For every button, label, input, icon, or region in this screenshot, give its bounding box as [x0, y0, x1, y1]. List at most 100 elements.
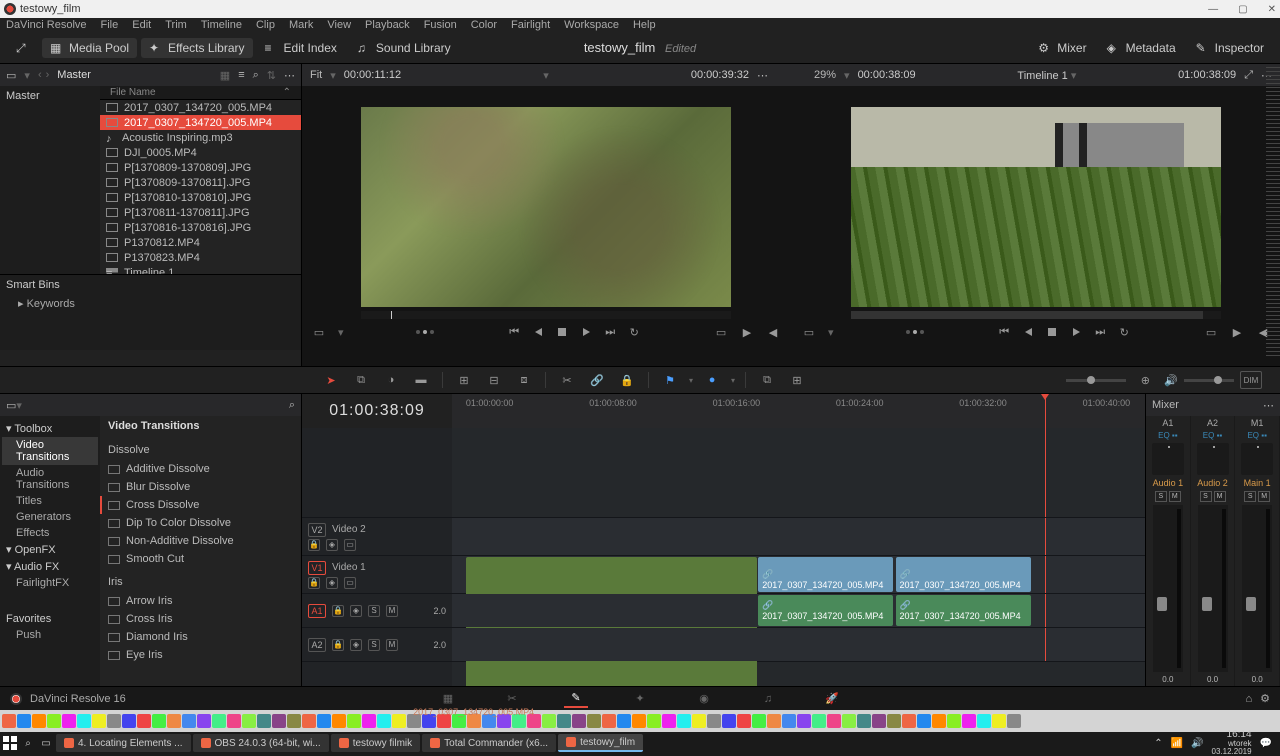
- fx-item[interactable]: Smooth Cut: [100, 550, 301, 568]
- menu-timeline[interactable]: Timeline: [201, 19, 242, 31]
- fx-item[interactable]: Dip To Color Dissolve: [100, 514, 301, 532]
- src-mark-out[interactable]: ◀: [766, 325, 780, 339]
- pinned-app-icon[interactable]: [932, 714, 946, 728]
- pinned-app-icon[interactable]: [317, 714, 331, 728]
- edit-index-toggle[interactable]: ≡ Edit Index: [257, 38, 345, 58]
- link-tool[interactable]: 🔗: [586, 371, 608, 389]
- fx-tree-item[interactable]: ▾ Toolbox: [2, 420, 98, 437]
- fx-search-icon[interactable]: ⌕: [289, 399, 295, 412]
- pinned-app-icon[interactable]: [362, 714, 376, 728]
- pinned-app-icon[interactable]: [632, 714, 646, 728]
- fx-tree-item[interactable]: Titles: [2, 493, 98, 509]
- pinned-app-icon[interactable]: [662, 714, 676, 728]
- start-button[interactable]: [2, 735, 18, 751]
- mixer-more[interactable]: ⋯: [1263, 399, 1274, 412]
- fx-tree-item[interactable]: FairlightFX: [2, 575, 98, 591]
- media-file-row[interactable]: P[1370810-1370810].JPG: [100, 190, 301, 205]
- rec-loop[interactable]: ↻: [1117, 325, 1131, 339]
- fx-tree-item[interactable]: ▾ Audio FX: [2, 558, 98, 575]
- search-icon[interactable]: ⌕: [253, 69, 259, 82]
- pinned-app-icon[interactable]: [917, 714, 931, 728]
- menu-trim[interactable]: Trim: [165, 19, 187, 31]
- pinned-app-icon[interactable]: [242, 714, 256, 728]
- pinned-app-icon[interactable]: [347, 714, 361, 728]
- taskbar-task[interactable]: OBS 24.0.3 (64-bit, wi...: [193, 734, 329, 752]
- src-last-frame[interactable]: ⏭: [603, 325, 617, 339]
- nav-back[interactable]: ‹: [38, 69, 42, 81]
- media-file-row[interactable]: 2017_0307_134720_005.MP4: [100, 115, 301, 130]
- cut-page[interactable]: ✂: [500, 690, 524, 708]
- pinned-app-icon[interactable]: [977, 714, 991, 728]
- pinned-app-icon[interactable]: [287, 714, 301, 728]
- project-settings-button[interactable]: ⚙: [1260, 692, 1270, 705]
- pinned-app-icon[interactable]: [47, 714, 61, 728]
- solo-button[interactable]: S: [1200, 491, 1212, 502]
- pinned-app-icon[interactable]: [332, 714, 346, 728]
- pinned-app-icon[interactable]: [887, 714, 901, 728]
- color-page[interactable]: ◉: [692, 690, 716, 708]
- rec-last-frame[interactable]: ⏭: [1093, 325, 1107, 339]
- pinned-app-icon[interactable]: [62, 714, 76, 728]
- menu-help[interactable]: Help: [633, 19, 656, 31]
- search-button[interactable]: ⌕: [20, 735, 36, 751]
- pinned-app-icon[interactable]: [902, 714, 916, 728]
- effects-library-toggle[interactable]: ✦ Effects Library: [141, 38, 252, 58]
- bin-tree[interactable]: Master: [0, 86, 100, 274]
- source-viewer[interactable]: ▭▾ ⏮ ⏭ ↻ ▭ ▶ ◀: [302, 88, 790, 364]
- taskbar-task[interactable]: testowy_film: [558, 734, 643, 752]
- audio-clip[interactable]: 🔗 2017_0307_134720_005.MP4: [758, 595, 893, 626]
- a2-solo[interactable]: S: [368, 639, 380, 651]
- v2-auto[interactable]: ◈: [326, 539, 338, 551]
- task-view-button[interactable]: ▭: [38, 735, 54, 751]
- fx-item[interactable]: Cross Iris: [100, 610, 301, 628]
- selection-tool[interactable]: ➤: [320, 371, 342, 389]
- media-file-row[interactable]: ≡Timeline 1: [100, 265, 301, 274]
- a2-lane[interactable]: [452, 628, 1145, 661]
- mute-icon[interactable]: 🔊: [1164, 374, 1178, 387]
- bin-name[interactable]: Master: [57, 69, 91, 81]
- pinned-app-icon[interactable]: [722, 714, 736, 728]
- fx-tree-item[interactable]: Video Transitions: [2, 437, 98, 465]
- favorite-item[interactable]: Push: [2, 627, 98, 643]
- media-page[interactable]: ▦: [436, 690, 460, 708]
- v1-auto[interactable]: ◈: [326, 577, 338, 589]
- rec-play-reverse[interactable]: [1021, 325, 1035, 339]
- menu-mark[interactable]: Mark: [289, 19, 313, 31]
- pinned-app-icon[interactable]: [2, 714, 16, 728]
- menu-clip[interactable]: Clip: [256, 19, 275, 31]
- a2-lock[interactable]: 🔒: [332, 639, 344, 651]
- taskbar-task[interactable]: Total Commander (x6...: [422, 734, 556, 752]
- media-file-row[interactable]: P1370812.MP4: [100, 235, 301, 250]
- pinned-app-icon[interactable]: [857, 714, 871, 728]
- pinned-app-icon[interactable]: [197, 714, 211, 728]
- v2-lock[interactable]: 🔒: [308, 539, 320, 551]
- pan-control[interactable]: [1152, 443, 1184, 475]
- pinned-app-icon[interactable]: [257, 714, 271, 728]
- menu-view[interactable]: View: [327, 19, 351, 31]
- media-file-row[interactable]: DJI_0005.MP4: [100, 145, 301, 160]
- tray-volume-icon[interactable]: 🔊: [1191, 738, 1203, 749]
- media-file-row[interactable]: P[1370816-1370816].JPG: [100, 220, 301, 235]
- mute-button[interactable]: M: [1258, 491, 1270, 502]
- pinned-app-icon[interactable]: [227, 714, 241, 728]
- v1-dest[interactable]: V1: [308, 561, 326, 575]
- pan-control[interactable]: [1197, 443, 1229, 475]
- pan-control[interactable]: [1241, 443, 1273, 475]
- src-match-frame[interactable]: ▭: [714, 325, 728, 339]
- marker-tool[interactable]: ●: [701, 371, 723, 389]
- trim-tool[interactable]: ⧉: [350, 371, 372, 389]
- fx-tree-item[interactable]: ▾ OpenFX: [2, 541, 98, 558]
- pinned-app-icon[interactable]: [797, 714, 811, 728]
- rec-play[interactable]: [1069, 325, 1083, 339]
- pinned-app-icon[interactable]: [212, 714, 226, 728]
- v1-disable[interactable]: ▭: [344, 577, 356, 589]
- pinned-app-icon[interactable]: [182, 714, 196, 728]
- menu-davinci[interactable]: DaVinci Resolve: [6, 19, 87, 31]
- pinned-app-icon[interactable]: [587, 714, 601, 728]
- src-loop[interactable]: ↻: [627, 325, 641, 339]
- media-file-row[interactable]: P[1370809-1370809].JPG: [100, 160, 301, 175]
- rec-mark-in[interactable]: ▶: [1230, 325, 1244, 339]
- pinned-app-icon[interactable]: [107, 714, 121, 728]
- a1-dest[interactable]: A1: [308, 604, 326, 618]
- rec-mode-icon[interactable]: ▭: [802, 325, 816, 339]
